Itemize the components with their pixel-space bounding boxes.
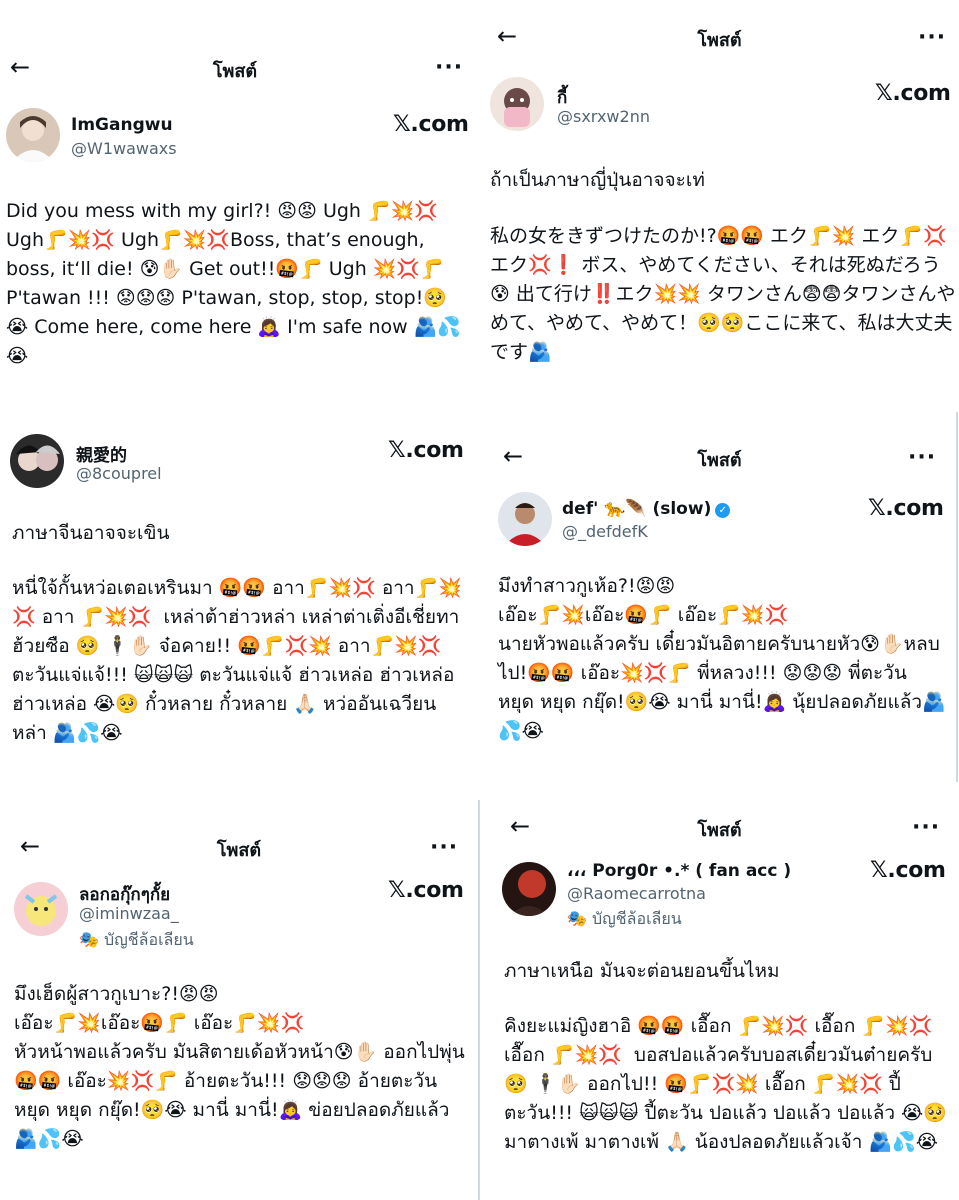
top-bar: ← โพสต์ ···	[480, 438, 959, 478]
post-panel-6: ← โพสต์ ··· ،،، Porg0r •.* ( fan acc ) @…	[480, 800, 959, 1200]
x-brand-logo: 𝕏.com	[868, 496, 944, 521]
post-text: คิงยะแม่ญิงฮาอิ 🤬🤬 เอื๊อก 🦵💥💢 เอื๊อก 🦵💥💢…	[504, 1015, 953, 1153]
display-name[interactable]: ،،، Porg0r •.* ( fan acc )	[567, 861, 791, 881]
verified-badge-icon: ✓	[715, 503, 731, 518]
top-bar: ← โพสต์ ···	[480, 810, 959, 850]
parody-label: 🎭 บัญชีล้อเลียน	[567, 909, 682, 928]
post-panel-5: ← โพสต์ ··· ลอกอกุ๊กๆกั้ย @iminwzaa_ 🎭 บ…	[0, 800, 478, 1200]
post-text: 私の女をきずつけたのか!?🤬🤬 エク🦵💥 エク🦵💢 エク💢❗️ ボス、やめてくだ…	[490, 225, 956, 363]
post-text: Did you mess with my girl?! 😡😡 Ugh 🦵💥💢 U…	[6, 200, 462, 367]
more-options-icon[interactable]: ···	[435, 57, 463, 79]
avatar[interactable]	[6, 108, 60, 162]
user-handle[interactable]: @W1wawaxs	[71, 139, 177, 158]
vertical-divider	[478, 800, 480, 1200]
user-handle[interactable]: @sxrxw2nn	[557, 107, 650, 126]
more-options-icon[interactable]: ···	[908, 447, 936, 469]
top-bar: ← โพสต์ ···	[0, 830, 478, 870]
user-handle[interactable]: @8couprel	[76, 464, 162, 483]
avatar[interactable]	[10, 434, 64, 488]
avatar[interactable]	[490, 77, 544, 131]
user-handle[interactable]: @iminwzaa_	[79, 904, 179, 923]
post-intro-line: ภาษาจีนอาจจะเขิน	[12, 522, 170, 544]
display-name[interactable]: 親愛的	[76, 441, 127, 466]
display-name[interactable]: def' 🐆🪶 (slow) ✓	[562, 499, 731, 519]
x-brand-logo: 𝕏.com	[393, 112, 469, 137]
page-title: โพสต์	[697, 450, 742, 471]
avatar[interactable]	[14, 882, 68, 936]
post-intro-line: ภาษาเหนือ มันจะต่อนยอนขึ้นไหม	[504, 960, 780, 982]
page-title: โพสต์	[697, 820, 742, 841]
post-panel-4: ← โพสต์ ··· def' 🐆🪶 (slow) ✓ @_defdefK 𝕏.…	[480, 412, 959, 792]
more-options-icon[interactable]: ···	[918, 27, 946, 49]
x-brand-logo: 𝕏.com	[875, 81, 951, 106]
page-title: โพสต์	[697, 30, 742, 51]
post-text: หนี่ใจ้กั้นหว่อเตอเหรินมา 🤬🤬 อาา🦵💥💢 อาา🦵…	[12, 577, 462, 744]
user-handle[interactable]: @Raomecarrotna	[567, 884, 706, 903]
top-bar: ← โพสต์ ···	[480, 18, 959, 58]
page-title: โพสต์	[212, 61, 258, 82]
parody-mask-icon: 🎭	[567, 909, 587, 928]
x-brand-logo: 𝕏.com	[870, 858, 946, 883]
post-intro-line: ถ้าเป็นภาษาญี่ปุ่นอาจจะเท่	[490, 169, 705, 191]
parody-label: 🎭 บัญชีล้อเลียน	[79, 930, 194, 949]
post-panel-1: ← โพสต์ ··· ImGangwu @W1wawaxs 𝕏.com Did…	[0, 0, 470, 400]
x-brand-logo: 𝕏.com	[388, 438, 464, 463]
page-title: โพสต์	[216, 840, 262, 861]
vertical-divider	[956, 412, 958, 782]
top-bar: ← โพสต์ ···	[0, 50, 470, 90]
more-options-icon[interactable]: ···	[430, 837, 458, 859]
post-panel-3: 親愛的 @8couprel 𝕏.com ภาษาจีนอาจจะเขิน หนี…	[0, 412, 470, 792]
parody-mask-icon: 🎭	[79, 930, 99, 949]
avatar[interactable]	[502, 862, 556, 916]
x-brand-logo: 𝕏.com	[388, 878, 464, 903]
post-text: มึงเฮ็ดผู้สาวกูเบาะ?!😡😡 เอ๊อะ🦵💥เอ๊อะ🤬🦵 เ…	[14, 983, 465, 1150]
avatar[interactable]	[498, 492, 552, 546]
post-panel-2: ← โพสต์ ··· กี้ @sxrxw2nn 𝕏.com ถ้าเป็นภ…	[480, 0, 959, 400]
display-name[interactable]: ImGangwu	[71, 115, 173, 135]
user-handle[interactable]: @_defdefK	[562, 522, 648, 541]
post-text: มึงทำสาวกูเห้อ?!😡😡 เอ๊อะ🦵💥เอ๊อะ🤬🦵 เอ๊อะ🦵…	[498, 575, 946, 742]
more-options-icon[interactable]: ···	[912, 817, 940, 839]
